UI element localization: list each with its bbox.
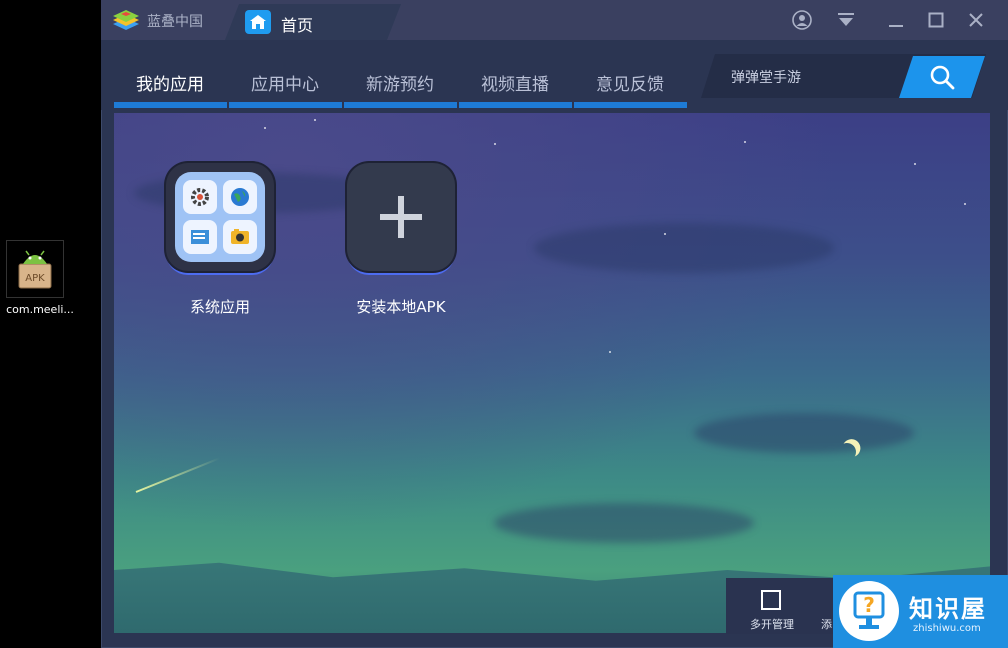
meteor — [135, 457, 220, 493]
file-manager-icon — [183, 220, 217, 254]
partial-toolbar-label: 添 — [821, 618, 832, 631]
maximize-icon[interactable] — [923, 8, 949, 32]
tab-app-center[interactable]: 应用中心 — [228, 70, 342, 95]
tab-my-apps[interactable]: 我的应用 — [113, 70, 227, 95]
install-local-apk-button[interactable] — [347, 163, 455, 271]
brand-name: 蓝叠中国 — [147, 14, 203, 30]
camera-icon — [223, 220, 257, 254]
search-input[interactable] — [729, 66, 913, 90]
plus-icon — [347, 163, 455, 271]
install-local-apk-label: 安装本地APK — [356, 298, 446, 316]
cloud — [694, 413, 914, 453]
tab-underline-my-apps — [114, 102, 227, 108]
home-content-area: 系统应用 安装本地APK — [114, 113, 990, 633]
star — [914, 163, 916, 165]
home-icon — [245, 10, 271, 34]
bluestacks-logo-icon — [113, 10, 139, 30]
tab-live-video[interactable]: 视频直播 — [458, 70, 572, 95]
bottom-toolbar: 多开管理 添 — [726, 578, 836, 634]
cloud — [494, 503, 754, 543]
desktop-icon-label: com.meeli... — [6, 303, 74, 316]
menu-dropdown-icon[interactable] — [833, 8, 859, 32]
star — [964, 203, 966, 205]
title-bar: 蓝叠中国 首页 — [101, 0, 1008, 40]
system-apps-folder-icon — [175, 172, 265, 262]
watermark-url: zhishiwu.com — [913, 623, 981, 634]
desktop-apk-icon[interactable]: APK — [6, 240, 66, 298]
system-apps-button[interactable] — [166, 163, 274, 271]
tab-underline-game-reservation — [344, 102, 457, 108]
tab-underline-app-center — [229, 102, 342, 108]
apk-file-icon: APK — [6, 240, 64, 298]
tab-home[interactable]: 首页 — [225, 4, 401, 40]
brand-logo: 蓝叠中国 — [111, 10, 203, 32]
svg-text:APK: APK — [25, 273, 45, 284]
star — [744, 141, 746, 143]
help-question-icon: ? — [839, 581, 899, 641]
star — [314, 119, 316, 121]
tab-underline-feedback — [574, 102, 687, 108]
account-icon[interactable] — [789, 8, 815, 32]
search-icon — [929, 64, 955, 90]
star — [264, 127, 266, 129]
close-icon[interactable] — [963, 8, 989, 32]
svg-text:?: ? — [863, 593, 875, 617]
multi-instance-label[interactable]: 多开管理 — [750, 616, 794, 632]
tab-underline-live-video — [459, 102, 572, 108]
bluestacks-window: 蓝叠中国 首页 我的应用 应用中心 新游预约 视频直播 意见反馈 弹弹堂手游 系… — [101, 0, 1008, 648]
star — [664, 233, 666, 235]
browser-globe-icon — [223, 180, 257, 214]
star — [609, 351, 611, 353]
tab-home-label: 首页 — [281, 16, 314, 35]
system-apps-label: 系统应用 — [189, 298, 250, 316]
watermark-logo: ? 知识屋 zhishiwu.com — [833, 575, 1008, 648]
cloud — [534, 223, 834, 273]
star — [494, 143, 496, 145]
search-button[interactable] — [899, 56, 985, 98]
tab-feedback[interactable]: 意见反馈 — [573, 70, 687, 95]
nav-bar: 我的应用 应用中心 新游预约 视频直播 意见反馈 — [101, 40, 1008, 110]
tab-game-reservation[interactable]: 新游预约 — [343, 70, 457, 95]
watermark-title: 知识屋 — [909, 595, 987, 623]
settings-icon — [183, 180, 217, 214]
multi-instance-icon[interactable] — [761, 590, 781, 610]
minimize-icon[interactable] — [883, 8, 909, 32]
